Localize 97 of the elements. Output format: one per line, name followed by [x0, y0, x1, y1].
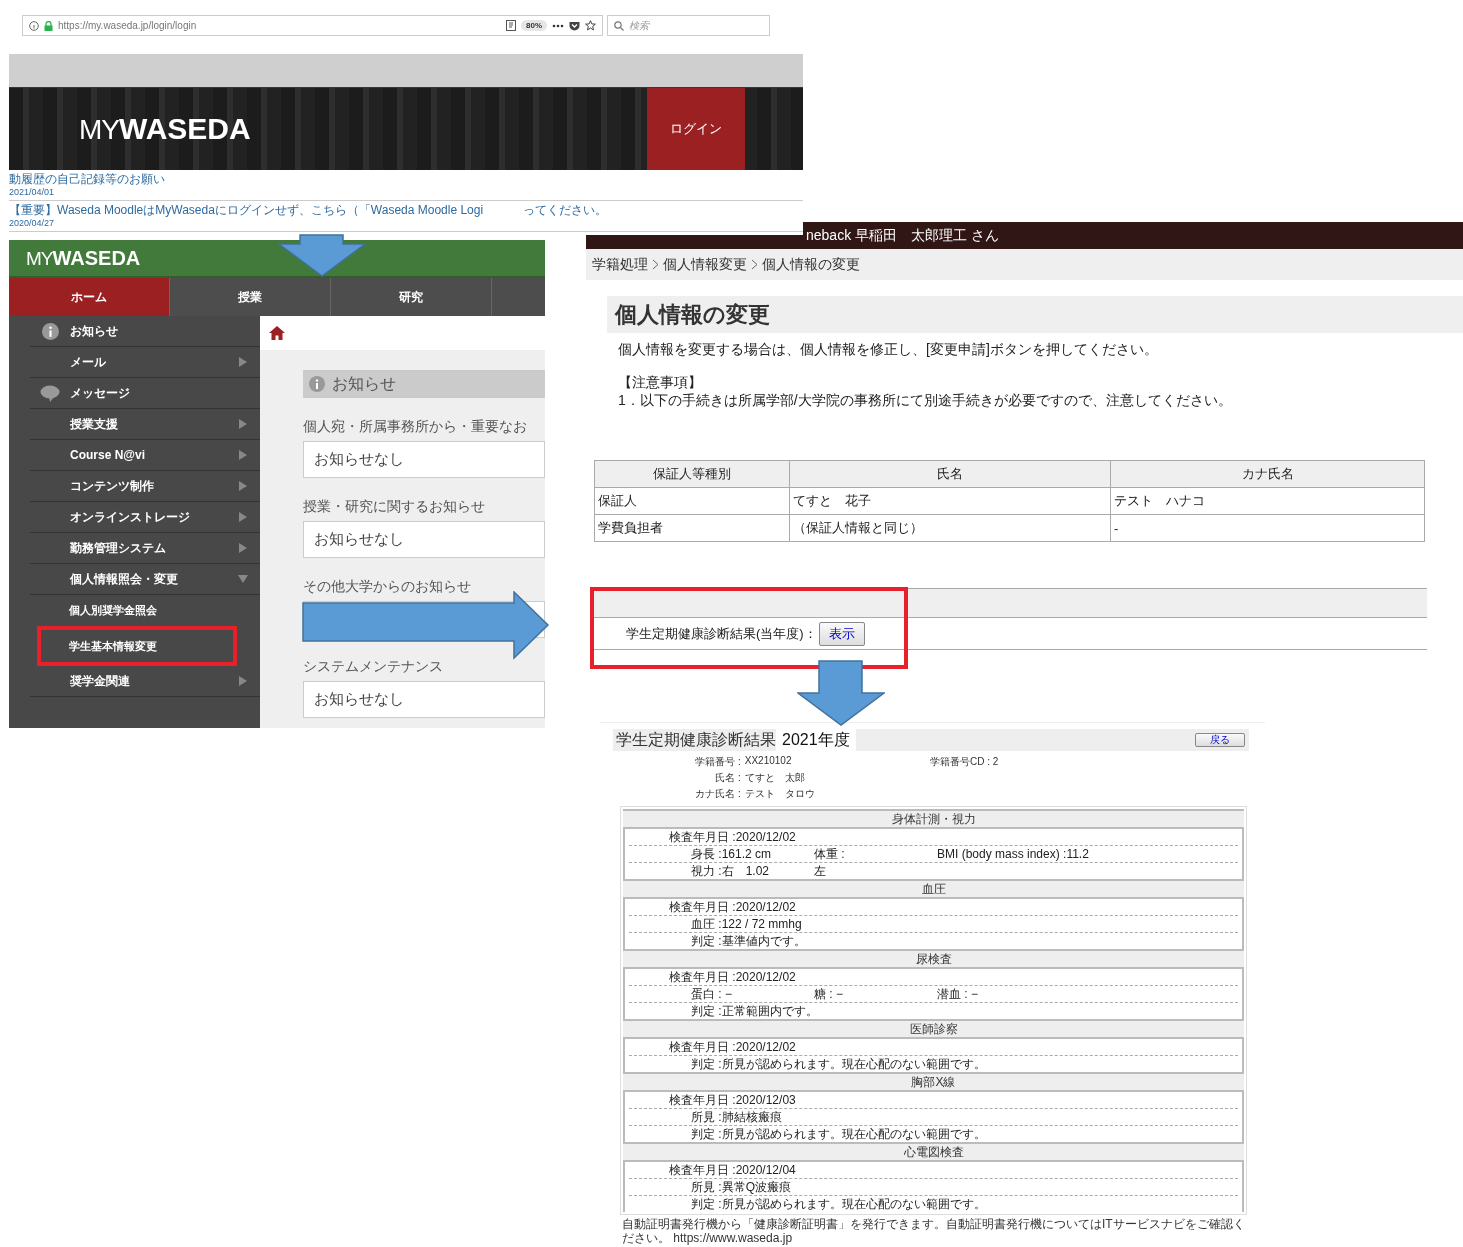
breadcrumb-item[interactable]: 学籍処理 — [592, 255, 648, 274]
result-field: 潜血 : − — [937, 985, 978, 1003]
star-icon[interactable] — [585, 20, 596, 31]
more-icon[interactable] — [552, 23, 564, 28]
field-label: 学生定期健康診断結果(当年度)： — [626, 624, 817, 643]
result-field: 所見 :異常Q波瘢痕 — [691, 1178, 791, 1196]
logo-text: MY — [79, 114, 119, 146]
login-button[interactable]: ログイン — [647, 88, 745, 170]
logo-text: MY — [26, 247, 53, 270]
result-field: 検査年月日 :2020/12/02 — [669, 898, 796, 916]
address-bar[interactable]: https://my.waseda.jp/login/login 80% — [22, 15, 603, 36]
breadcrumb-item[interactable]: 個人情報変更 — [663, 255, 747, 274]
notice-text: お知らせなし — [314, 690, 404, 709]
result-field: 検査年月日 :2020/12/04 — [669, 1161, 796, 1179]
result-field: 所見 :肺結核瘢痕 — [691, 1108, 782, 1126]
info-label: 氏名 : — [714, 771, 741, 785]
menu-item[interactable]: お知らせ — [30, 316, 260, 347]
table-cell: 学費負担者 — [594, 514, 790, 542]
news-link[interactable]: 【重要】Waseda MoodleはMyWasedaにログインせず、こちら（「Waseda Moodle Logi — [9, 203, 484, 218]
note-heading: 【注意事項】 — [618, 374, 703, 392]
group-title: 個人宛・所属事務所から・重要なお — [303, 418, 528, 435]
menu-item[interactable]: メッセージ — [30, 378, 260, 409]
breadcrumb-item[interactable]: 個人情報の変更 — [762, 255, 860, 274]
nav-tab[interactable]: ホーム — [9, 278, 170, 316]
intro-text: 個人情報を変更する場合は、個人情報を修正し、[変更申請]ボタンを押してください。 — [618, 341, 1159, 359]
news-link[interactable]: ってください。 — [523, 203, 608, 218]
submenu-item[interactable]: 個人別奨学金照会 — [9, 595, 260, 626]
result-field: 体重 : — [814, 845, 937, 863]
chevron-icon — [652, 259, 659, 270]
result-field: 身長 :161.2 cm — [691, 845, 814, 863]
result-field: 糖 : − — [814, 985, 937, 1003]
result-field: 判定 :所見が認められます。現在心配のない範囲です。 — [691, 1055, 986, 1073]
submenu-item[interactable]: 学生基本情報変更 — [37, 626, 237, 666]
result-field: 血圧 :122 / 72 mmhg — [691, 915, 802, 933]
show-button[interactable]: 表示 — [818, 621, 865, 646]
result-field: 検査年月日 :2020/12/02 — [669, 968, 796, 986]
result-field: 視力 :右 1.02 — [691, 862, 814, 880]
result-field: 判定 :所見が認められます。現在心配のない範囲です。 — [691, 1125, 986, 1143]
zoom-level[interactable]: 80% — [521, 20, 547, 31]
url-text: https://my.waseda.jp/login/login — [58, 20, 198, 31]
section-title: お知らせ — [332, 373, 396, 394]
notice-text: お知らせなし — [314, 450, 404, 469]
table-cell: - — [1110, 514, 1425, 542]
table-cell: 保証人 — [594, 487, 790, 515]
report-title: 学生定期健康診断結果 — [615, 729, 776, 750]
info-text: 学籍番号CD : 2 — [930, 755, 999, 769]
search-icon — [614, 20, 624, 31]
logo-text: WASEDA — [119, 112, 251, 146]
section-header: 尿検査 — [623, 949, 1244, 969]
result-field: 検査年月日 :2020/12/03 — [669, 1091, 796, 1109]
report-year: 2021年度 — [776, 729, 856, 751]
info-value: XX210102 — [744, 755, 793, 768]
home-icon[interactable] — [269, 326, 285, 340]
info-icon — [29, 20, 39, 31]
column-header: 氏名 — [789, 460, 1111, 488]
info-icon — [41, 322, 59, 340]
section-header: 血圧 — [623, 879, 1244, 899]
news-date: 2021/04/01 — [9, 187, 56, 198]
info-value: てすと 太郎 — [744, 771, 806, 785]
footer-note: 自動証明書発行機から「健康診断証明書」を発行できます。自動証明書発行機についてはITサービスナビをご確認ください。 https://www.waseda.jp — [622, 1217, 1246, 1245]
result-field: 蛋白 : − — [691, 985, 814, 1003]
news-date: 2020/04/27 — [9, 218, 56, 229]
reader-icon[interactable] — [506, 20, 516, 31]
group-title: 授業・研究に関するお知らせ — [303, 498, 486, 515]
lock-icon — [44, 20, 53, 31]
section-header: 医師診察 — [623, 1019, 1244, 1039]
info-icon — [309, 376, 325, 392]
logo-text: WASEDA — [52, 246, 141, 270]
info-value: テスト タロウ — [744, 787, 816, 801]
back-button[interactable]: 戻る — [1195, 733, 1245, 747]
result-field: 判定 :所見が認められます。現在心配のない範囲です。 — [691, 1195, 986, 1213]
info-label: カナ氏名 : — [694, 787, 741, 801]
pocket-icon[interactable] — [569, 20, 580, 31]
user-name: neback 早稲田 太郎理工 さん — [806, 226, 999, 245]
note-text: 1．以下の手続きは所属学部/大学院の事務所にて別途手続きが必要ですので、注意してください。 — [618, 392, 1233, 410]
result-field: 判定 :基準値内です。 — [691, 932, 806, 950]
result-field: BMI (body mass index) :11.2 — [937, 847, 1089, 861]
table-cell: テスト ハナコ — [1110, 487, 1425, 515]
column-header: 保証人等種別 — [594, 460, 790, 488]
result-field: 検査年月日 :2020/12/02 — [669, 828, 796, 846]
notice-text: お知らせなし — [314, 530, 404, 549]
info-label: 学籍番号 : — [694, 755, 741, 769]
chevron-icon — [751, 259, 758, 270]
speech-bubble-icon — [40, 384, 60, 402]
result-field: 検査年月日 :2020/12/02 — [669, 1038, 796, 1056]
result-field: 判定 :正常範囲内です。 — [691, 1002, 818, 1020]
section-header: 胸部X線 — [623, 1072, 1244, 1092]
group-title: その他大学からのお知らせ — [303, 578, 472, 595]
table-cell: （保証人情報と同じ） — [789, 514, 1111, 542]
result-field: 左 — [814, 862, 826, 880]
news-link[interactable]: 動履歴の自己記録等のお願い — [9, 172, 165, 187]
group-title: システムメンテナンス — [303, 658, 444, 675]
section-header: 心電図検査 — [623, 1142, 1244, 1162]
column-header: カナ氏名 — [1110, 460, 1425, 488]
page-title: 個人情報の変更 — [607, 296, 1463, 333]
table-cell: てすと 花子 — [789, 487, 1111, 515]
section-header: 身体計測・視力 — [623, 809, 1244, 829]
